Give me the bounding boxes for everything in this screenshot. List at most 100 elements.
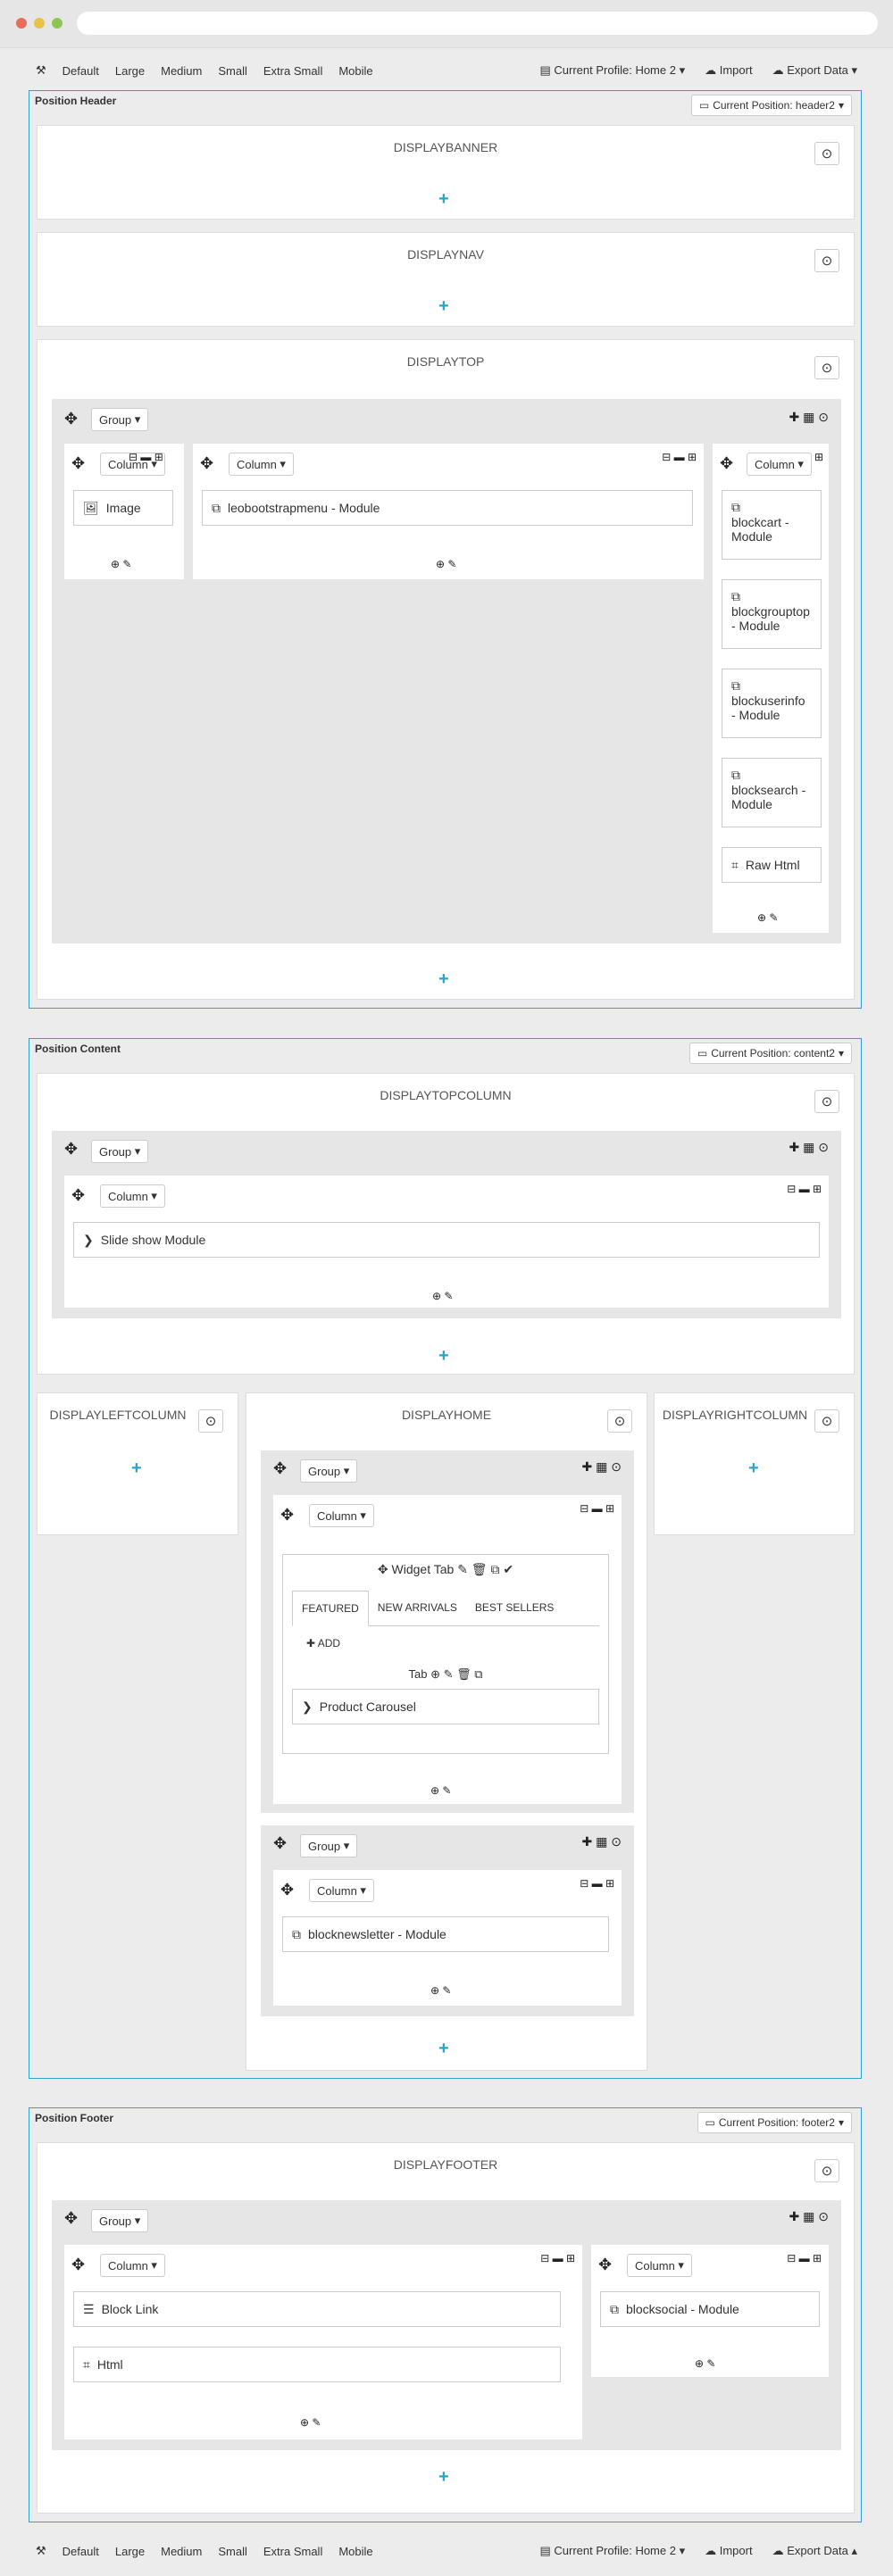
group-controls[interactable]: ✚ ▦ ⊙ — [582, 1459, 622, 1475]
device-medium[interactable]: Medium — [161, 2545, 202, 2558]
drag-handle-icon[interactable]: ✥ — [64, 1140, 78, 1159]
widget-module[interactable]: ⧉ blockuserinfo - Module — [722, 669, 822, 738]
drag-handle-icon[interactable]: ✥ — [598, 2256, 612, 2274]
import-button[interactable]: ☁ Import — [705, 63, 752, 78]
tab-best-sellers[interactable]: BEST SELLERS — [466, 1591, 563, 1625]
widget-raw-html[interactable]: ⌗ Raw Html — [722, 847, 822, 883]
tools-icon[interactable]: ⚒ — [36, 2544, 46, 2558]
device-extra-small[interactable]: Extra Small — [263, 64, 322, 78]
tab-new-arrivals[interactable]: NEW ARRIVALS — [369, 1591, 466, 1625]
widget-module[interactable]: ⧉ blocksocial - Module — [600, 2291, 820, 2327]
current-profile-dropdown[interactable]: ▤ Current Profile: Home 2 ▾ — [540, 63, 686, 78]
column-dropdown[interactable]: Column ▾ — [309, 1504, 374, 1527]
column-add-edit-icons[interactable]: ⊕ ✎ — [300, 2416, 321, 2429]
column-add-edit-icons[interactable]: ⊕ ✎ — [695, 2357, 715, 2370]
device-default[interactable]: Default — [63, 64, 99, 78]
column-dropdown[interactable]: Column ▾ — [100, 2254, 165, 2277]
group-controls[interactable]: ✚ ▦ ⊙ — [582, 1834, 622, 1849]
widget-module[interactable]: ⧉ blockgrouptop - Module — [722, 579, 822, 649]
group-dropdown[interactable]: Group ▾ — [300, 1459, 358, 1483]
widget-block-link[interactable]: ☰ Block Link — [73, 2291, 561, 2327]
tab-featured[interactable]: FEATURED — [292, 1591, 369, 1626]
column-add-edit-icons[interactable]: ⊕ ✎ — [757, 911, 778, 924]
widget-module[interactable]: ⧉ blocknewsletter - Module — [282, 1916, 609, 1952]
hook-settings-button[interactable]: ⊙ — [814, 249, 839, 272]
widget-slideshow[interactable]: ❯ Slide show Module — [73, 1222, 820, 1258]
group-controls[interactable]: ✚ ▦ ⊙ — [789, 2209, 829, 2224]
column-width-controls[interactable]: ⊟ ▬ ⊞ — [580, 1877, 614, 1890]
drag-handle-icon[interactable]: ✥ — [378, 1562, 388, 1576]
drag-handle-icon[interactable]: ✥ — [280, 1506, 294, 1525]
address-bar[interactable] — [77, 12, 878, 35]
group-dropdown[interactable]: Group ▾ — [91, 408, 149, 431]
close-window-dot[interactable] — [16, 18, 27, 29]
device-small[interactable]: Small — [218, 2545, 247, 2558]
widget-module[interactable]: ⧉ leobootstrapmenu - Module — [202, 490, 693, 526]
current-position-content-dropdown[interactable]: ▭ Current Position: content2 ▾ — [689, 1043, 852, 1064]
column-width-controls[interactable]: ⊟ ▬ ⊞ — [540, 2252, 575, 2264]
hook-settings-button[interactable]: ⊙ — [814, 142, 839, 165]
device-mobile[interactable]: Mobile — [338, 64, 372, 78]
drag-handle-icon[interactable]: ✥ — [280, 1881, 294, 1899]
minimize-window-dot[interactable] — [34, 18, 45, 29]
device-small[interactable]: Small — [218, 64, 247, 78]
column-add-edit-icons[interactable]: ⊕ ✎ — [111, 558, 131, 570]
drag-handle-icon[interactable]: ✥ — [200, 454, 213, 473]
add-group-icon[interactable]: + — [438, 970, 449, 988]
column-width-controls[interactable]: ⊞ — [814, 451, 823, 463]
add-group-icon[interactable]: + — [131, 1459, 142, 1477]
column-add-edit-icons[interactable]: ⊕ ✎ — [430, 1984, 451, 1997]
add-group-icon[interactable]: + — [748, 1459, 759, 1477]
drag-handle-icon[interactable]: ✥ — [273, 1459, 287, 1478]
add-group-icon[interactable]: + — [438, 297, 449, 315]
drag-handle-icon[interactable]: ✥ — [720, 454, 733, 473]
current-position-footer-dropdown[interactable]: ▭ Current Position: footer2 ▾ — [697, 2112, 852, 2133]
add-group-icon[interactable]: + — [438, 190, 449, 208]
drag-handle-icon[interactable]: ✥ — [273, 1834, 287, 1853]
device-extra-small[interactable]: Extra Small — [263, 2545, 322, 2558]
export-dropdown[interactable]: ☁ Export Data ▾ — [772, 63, 857, 78]
group-dropdown[interactable]: Group ▾ — [91, 2209, 149, 2232]
add-tab-button[interactable]: ✚ ADD — [306, 1637, 340, 1649]
drag-handle-icon[interactable]: ✥ — [71, 2256, 85, 2274]
drag-handle-icon[interactable]: ✥ — [64, 410, 78, 428]
column-width-controls[interactable]: ⊟ ▬ ⊞ — [662, 451, 697, 463]
hook-settings-button[interactable]: ⊙ — [814, 2159, 839, 2182]
column-width-controls[interactable]: ⊟ ▬ ⊞ — [129, 451, 163, 463]
hook-settings-button[interactable]: ⊙ — [198, 1409, 223, 1433]
column-dropdown[interactable]: Column ▾ — [309, 1879, 374, 1902]
column-width-controls[interactable]: ⊟ ▬ ⊞ — [787, 2252, 822, 2264]
import-button[interactable]: ☁ Import — [705, 2544, 752, 2558]
group-dropdown[interactable]: Group ▾ — [300, 1834, 358, 1857]
export-dropdown[interactable]: ☁ Export Data ▴ — [772, 2544, 857, 2558]
column-add-edit-icons[interactable]: ⊕ ✎ — [432, 1290, 453, 1302]
widget-module[interactable]: ⧉ blockcart - Module — [722, 490, 822, 560]
drag-handle-icon[interactable]: ✥ — [71, 454, 85, 473]
column-width-controls[interactable]: ⊟ ▬ ⊞ — [787, 1183, 822, 1195]
tools-icon[interactable]: ⚒ — [36, 63, 46, 78]
add-group-icon[interactable]: + — [438, 2468, 449, 2486]
device-default[interactable]: Default — [63, 2545, 99, 2558]
column-add-edit-icons[interactable]: ⊕ ✎ — [430, 1784, 451, 1797]
column-dropdown[interactable]: Column ▾ — [100, 1184, 165, 1208]
device-large[interactable]: Large — [115, 64, 145, 78]
column-dropdown[interactable]: Column ▾ — [747, 453, 812, 476]
hook-settings-button[interactable]: ⊙ — [814, 356, 839, 379]
add-group-icon[interactable]: + — [438, 2040, 449, 2057]
device-large[interactable]: Large — [115, 2545, 145, 2558]
column-add-edit-icons[interactable]: ⊕ ✎ — [436, 558, 456, 570]
hook-settings-button[interactable]: ⊙ — [607, 1409, 632, 1433]
group-controls[interactable]: ✚ ▦ ⊙ — [789, 410, 829, 425]
column-dropdown[interactable]: Column ▾ — [627, 2254, 692, 2277]
widget-html[interactable]: ⌗ Html — [73, 2347, 561, 2382]
maximize-window-dot[interactable] — [52, 18, 63, 29]
device-medium[interactable]: Medium — [161, 64, 202, 78]
group-controls[interactable]: ✚ ▦ ⊙ — [789, 1140, 829, 1155]
widget-module[interactable]: ⧉ blocksearch - Module — [722, 758, 822, 827]
widget-tab-actions[interactable]: ✎ 🗑 ⧉ ✔ — [457, 1562, 513, 1576]
add-group-icon[interactable]: + — [438, 1347, 449, 1365]
column-dropdown[interactable]: Column ▾ — [229, 453, 294, 476]
group-dropdown[interactable]: Group ▾ — [91, 1140, 149, 1163]
hook-settings-button[interactable]: ⊙ — [814, 1409, 839, 1433]
widget-product-carousel[interactable]: ❯ Product Carousel — [292, 1689, 599, 1724]
